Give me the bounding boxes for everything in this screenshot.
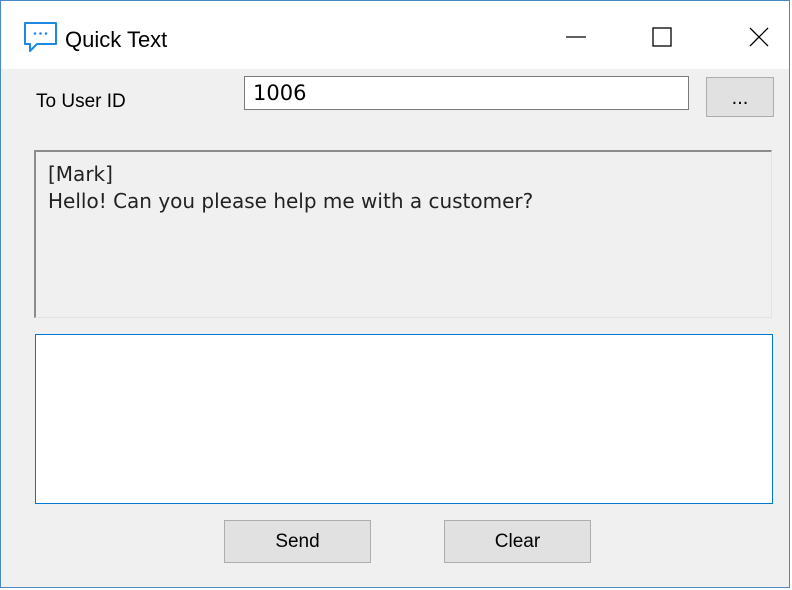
history-message: Hello! Can you please help me with a cus… (48, 189, 534, 213)
browse-users-button[interactable]: ... (706, 77, 774, 117)
title-bar[interactable]: Quick Text (1, 1, 789, 69)
window-title: Quick Text (65, 27, 168, 52)
close-button[interactable] (735, 15, 783, 59)
clear-button[interactable]: Clear (444, 520, 591, 563)
quick-text-window: Quick Text To User ID ... [Mark] Hello! … (0, 0, 790, 588)
minimize-button[interactable] (552, 15, 600, 59)
minimize-icon (566, 36, 586, 38)
close-icon (749, 27, 769, 47)
message-history[interactable]: [Mark] Hello! Can you please help me wit… (34, 150, 772, 318)
maximize-button[interactable] (638, 15, 686, 59)
to-user-id-label: To User ID (36, 91, 126, 112)
chat-bubble-icon (23, 21, 59, 55)
history-sender: [Mark] (48, 162, 113, 186)
maximize-icon (652, 27, 672, 47)
message-input[interactable] (35, 334, 773, 504)
send-button[interactable]: Send (224, 520, 371, 563)
to-user-id-input[interactable] (244, 76, 689, 110)
